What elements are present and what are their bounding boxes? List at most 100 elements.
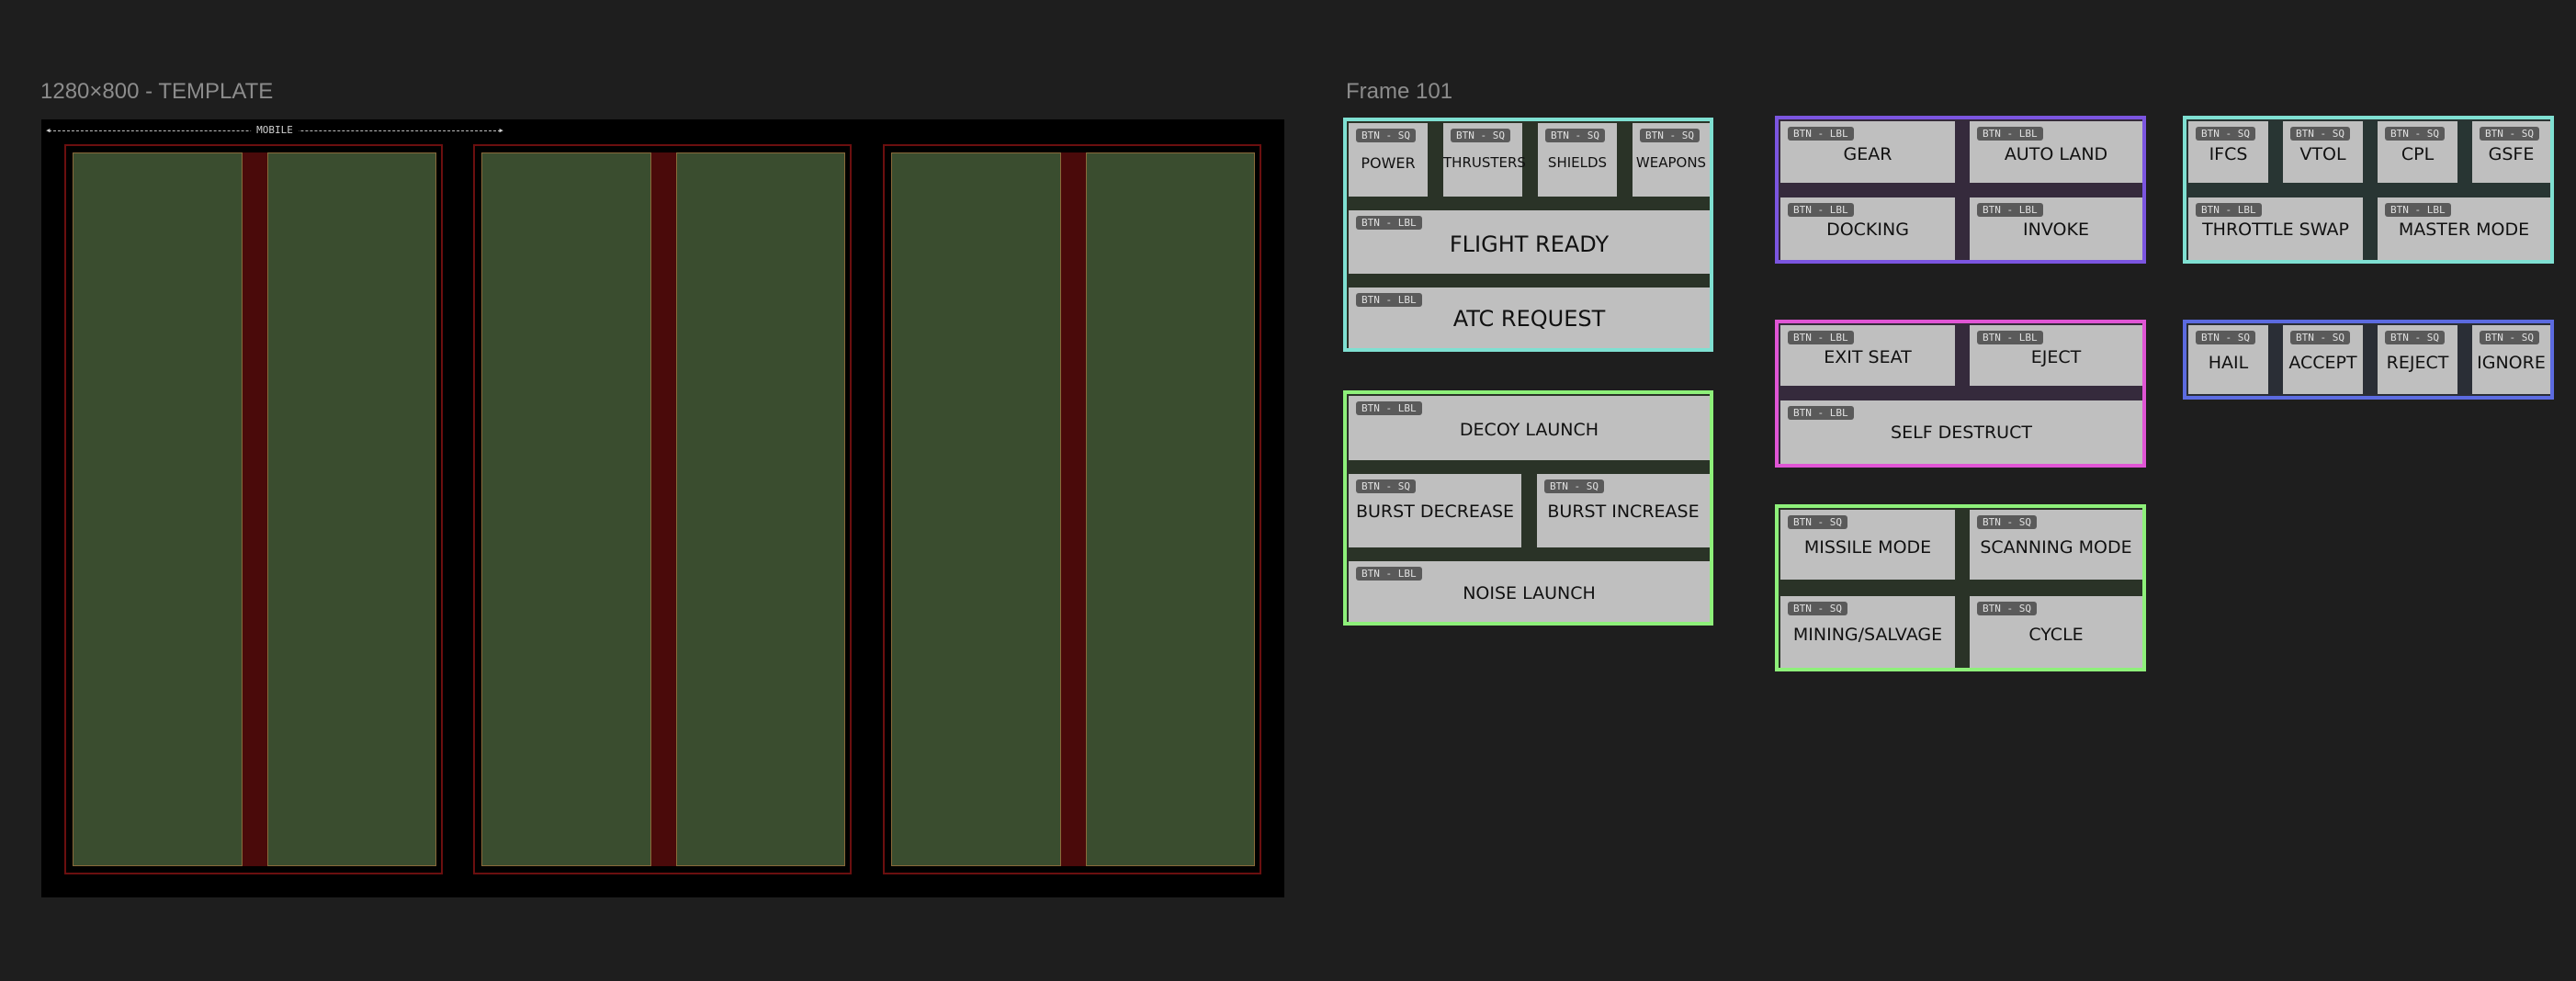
invoke-button[interactable]: BTN - LBL INVOKE (1970, 197, 2142, 260)
burst-increase-button[interactable]: BTN - SQ BURST INCREASE (1537, 474, 1710, 547)
master-mode-button[interactable]: BTN - LBL MASTER MODE (2378, 197, 2550, 260)
missile-mode-button[interactable]: BTN - SQ MISSILE MODE (1780, 510, 1955, 580)
button-type-tag: BTN - SQ (2480, 127, 2539, 141)
template-frame-title: 1280×800 - TEMPLATE (40, 79, 274, 104)
throttle-swap-button[interactable]: BTN - LBL THROTTLE SWAP (2188, 197, 2363, 260)
decoy-launch-button[interactable]: BTN - LBL DECOY LAUNCH (1349, 396, 1710, 460)
landing-group: BTN - LBL GEAR BTN - LBL AUTO LAND BTN -… (1775, 116, 2146, 264)
layout-column (267, 152, 436, 866)
ifcs-button[interactable]: BTN - SQ IFCS (2188, 121, 2268, 183)
mining-salvage-button[interactable]: BTN - SQ MINING/SALVAGE (1780, 596, 1955, 668)
reject-button[interactable]: BTN - SQ REJECT (2378, 325, 2457, 394)
hail-button[interactable]: BTN - SQ HAIL (2188, 325, 2268, 394)
button-label: POWER (1361, 154, 1416, 172)
countermeasures-group: BTN - LBL DECOY LAUNCH BTN - SQ BURST DE… (1343, 390, 1713, 626)
button-label: MINING/SALVAGE (1792, 625, 1943, 645)
gsfe-button[interactable]: BTN - SQ GSFE (2472, 121, 2550, 183)
layout-panel-3 (883, 144, 1261, 874)
button-label: IGNORE (2477, 353, 2546, 373)
button-label: EXIT SEAT (1824, 347, 1912, 367)
button-label: SELF DESTRUCT (1891, 423, 2032, 443)
thrusters-button[interactable]: BTN - SQ THRUSTERS (1443, 123, 1526, 197)
button-type-tag: BTN - SQ (2290, 331, 2350, 344)
cpl-button[interactable]: BTN - SQ CPL (2378, 121, 2457, 183)
button-type-tag: BTN - SQ (2385, 331, 2445, 344)
cycle-button[interactable]: BTN - SQ CYCLE (1970, 596, 2142, 668)
button-type-tag: BTN - SQ (2196, 127, 2255, 141)
button-label: AUTO LAND (2004, 144, 2108, 164)
layout-column (891, 152, 1061, 866)
button-label: CPL (2401, 144, 2435, 164)
power-button[interactable]: BTN - SQ POWER (1349, 123, 1428, 197)
scanning-mode-button[interactable]: BTN - SQ SCANNING MODE (1970, 510, 2142, 580)
button-label: ATC REQUEST (1452, 306, 1606, 332)
emergency-group: BTN - LBL EXIT SEAT BTN - LBL EJECT BTN … (1775, 320, 2146, 468)
auto-land-button[interactable]: BTN - LBL AUTO LAND (1970, 121, 2142, 183)
button-label: DOCKING (1826, 220, 1909, 240)
gear-button[interactable]: BTN - LBL GEAR (1780, 121, 1955, 183)
button-label: GSFE (2488, 144, 2535, 164)
docking-button[interactable]: BTN - LBL DOCKING (1780, 197, 1955, 260)
flight-ready-button[interactable]: BTN - LBL FLIGHT READY (1349, 210, 1710, 274)
button-type-tag: BTN - LBL (2385, 203, 2451, 217)
button-label: CYCLE (2028, 625, 2084, 645)
button-label: MASTER MODE (2398, 220, 2530, 240)
button-type-tag: BTN - LBL (1788, 203, 1854, 217)
mobile-label: MOBILE (251, 123, 299, 138)
button-type-tag: BTN - SQ (1788, 602, 1847, 615)
layout-gutter (243, 152, 267, 866)
button-label: EJECT (2030, 347, 2082, 367)
comms-group: BTN - SQ HAIL BTN - SQ ACCEPT BTN - SQ R… (2183, 320, 2554, 400)
button-type-tag: BTN - LBL (1356, 293, 1422, 307)
button-label: SHIELDS (1547, 154, 1608, 171)
button-type-tag: BTN - LBL (1356, 401, 1422, 415)
exit-seat-button[interactable]: BTN - LBL EXIT SEAT (1780, 325, 1955, 386)
button-type-tag: BTN - SQ (1977, 602, 2037, 615)
ruler-arrow-left-icon: ◂ (45, 124, 51, 136)
layout-panel-1 (64, 144, 443, 874)
template-canvas: ◂ ▸ MOBILE (41, 119, 1284, 897)
layout-column (73, 152, 243, 866)
button-label: SCANNING MODE (1980, 537, 2132, 558)
button-type-tag: BTN - SQ (2196, 331, 2255, 344)
shields-button[interactable]: BTN - SQ SHIELDS (1538, 123, 1617, 197)
flight-controls-group: BTN - SQ POWER BTN - SQ THRUSTERS BTN - … (1343, 118, 1713, 352)
button-type-tag: BTN - SQ (1544, 479, 1604, 493)
modes-group: BTN - SQ MISSILE MODE BTN - SQ SCANNING … (1775, 504, 2146, 671)
button-label: BURST DECREASE (1355, 502, 1515, 522)
frame-101-title: Frame 101 (1346, 79, 1453, 104)
vtol-button[interactable]: BTN - SQ VTOL (2283, 121, 2363, 183)
button-label: INVOKE (2023, 220, 2089, 240)
noise-launch-button[interactable]: BTN - LBL NOISE LAUNCH (1349, 561, 1710, 622)
button-label: MISSILE MODE (1803, 537, 1932, 558)
button-type-tag: BTN - SQ (1545, 129, 1605, 142)
button-type-tag: BTN - LBL (1788, 331, 1854, 344)
button-type-tag: BTN - LBL (1788, 127, 1854, 141)
button-type-tag: BTN - SQ (1788, 515, 1847, 529)
ignore-button[interactable]: BTN - SQ IGNORE (2472, 325, 2550, 394)
atc-request-button[interactable]: BTN - LBL ATC REQUEST (1349, 288, 1710, 348)
button-type-tag: BTN - LBL (2196, 203, 2262, 217)
button-type-tag: BTN - LBL (1356, 567, 1422, 581)
button-type-tag: BTN - SQ (2290, 127, 2350, 141)
button-label: THROTTLE SWAP (2202, 220, 2349, 240)
button-label: BURST INCREASE (1547, 502, 1700, 522)
button-type-tag: BTN - LBL (1977, 127, 2043, 141)
button-label: NOISE LAUNCH (1463, 583, 1596, 603)
accept-button[interactable]: BTN - SQ ACCEPT (2283, 325, 2363, 394)
layout-column (676, 152, 845, 866)
layout-column (1086, 152, 1255, 866)
button-type-tag: BTN - SQ (1356, 479, 1416, 493)
weapons-button[interactable]: BTN - SQ WEAPONS (1633, 123, 1710, 197)
button-type-tag: BTN - LBL (1788, 406, 1854, 420)
burst-decrease-button[interactable]: BTN - SQ BURST DECREASE (1349, 474, 1521, 547)
layout-gutter (1061, 152, 1086, 866)
eject-button[interactable]: BTN - LBL EJECT (1970, 325, 2142, 386)
button-label: VTOL (2299, 144, 2346, 164)
self-destruct-button[interactable]: BTN - LBL SELF DESTRUCT (1780, 400, 2142, 464)
button-type-tag: BTN - SQ (2480, 331, 2539, 344)
button-label: ACCEPT (2288, 353, 2357, 373)
button-type-tag: BTN - SQ (2385, 127, 2445, 141)
button-type-tag: BTN - SQ (1977, 515, 2037, 529)
button-label: IFCS (2209, 144, 2248, 164)
